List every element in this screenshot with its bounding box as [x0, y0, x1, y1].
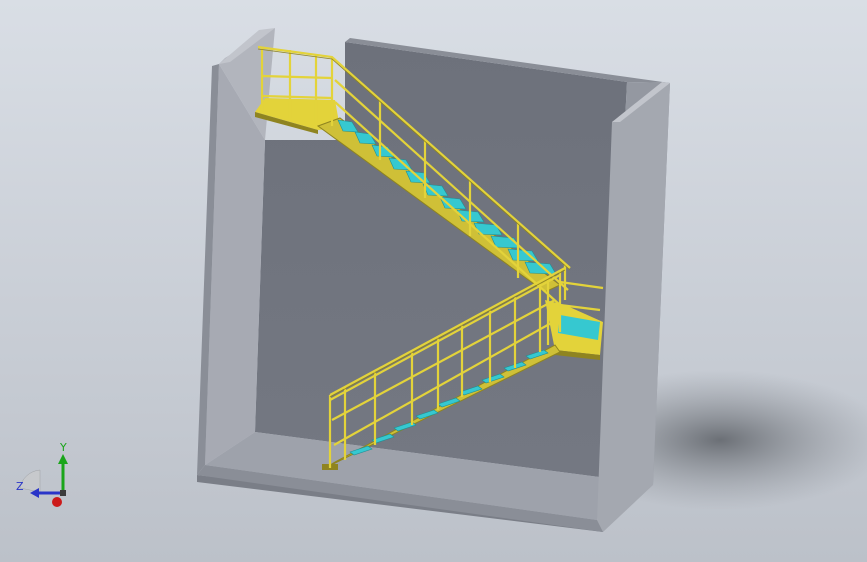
reference-triad[interactable]: Y Z: [10, 440, 80, 515]
x-axis-marker: [52, 497, 62, 507]
graphics-viewport[interactable]: Y Z: [0, 0, 867, 562]
staircase-model[interactable]: [0, 0, 867, 562]
y-axis-label: Y: [59, 441, 67, 454]
z-axis-label: Z: [16, 480, 24, 493]
y-axis-arrow: [58, 454, 68, 464]
triad-origin: [60, 490, 66, 496]
